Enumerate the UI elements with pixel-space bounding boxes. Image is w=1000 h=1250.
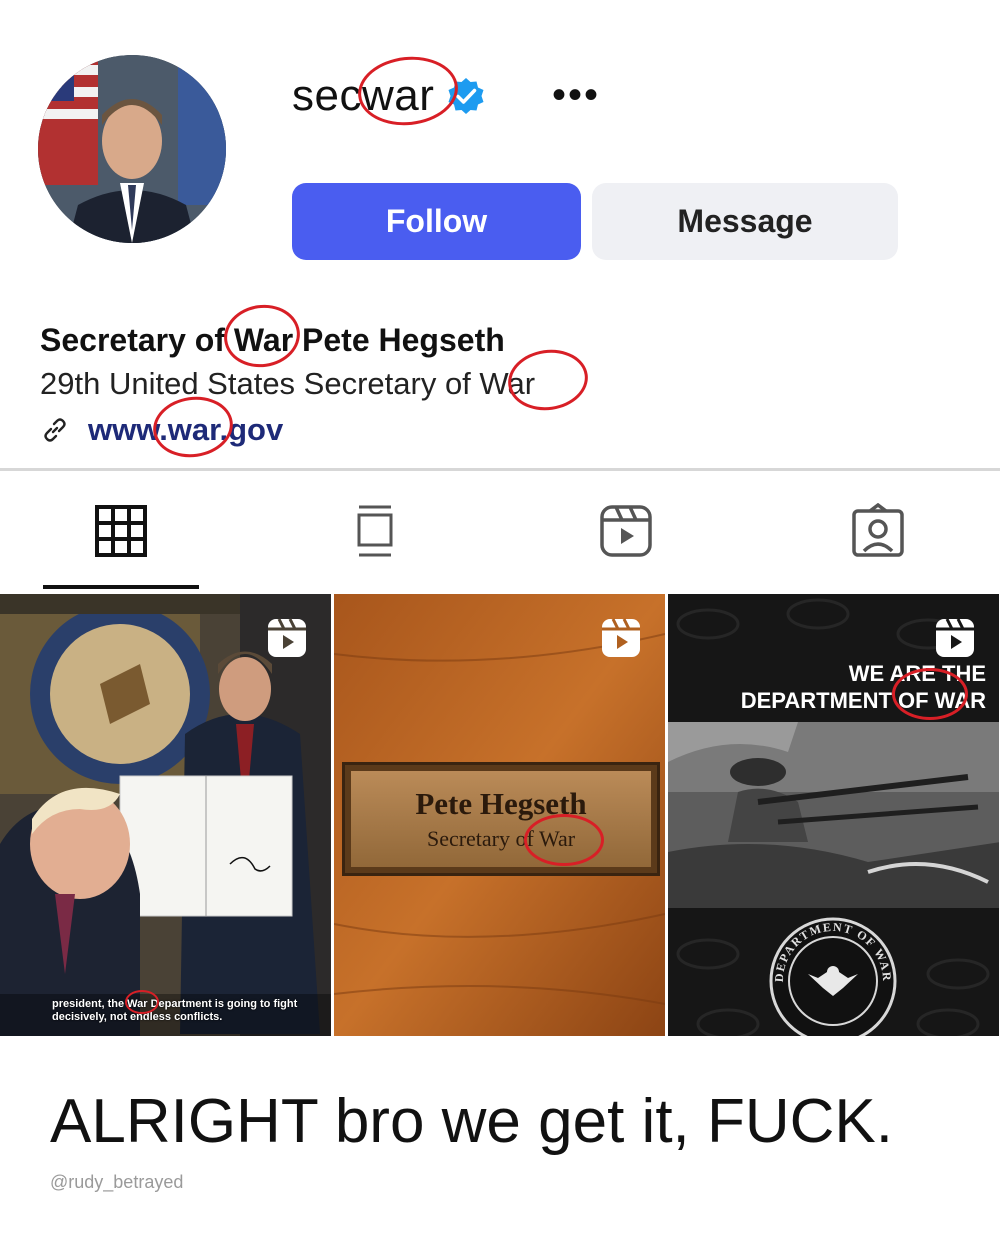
reel-headline: WE ARE THE DEPARTMENT OF WAR (686, 660, 986, 714)
feed-icon (357, 505, 393, 557)
name-plate: Pete Hegseth Secretary of War (342, 762, 660, 876)
plate-title: Secretary of War (426, 826, 576, 851)
historic-photo (668, 722, 999, 908)
department-seal-icon: DEPARTMENT OF WAR (769, 917, 897, 1036)
verified-badge-icon (448, 78, 484, 114)
reel-badge-icon (936, 618, 974, 657)
posts-grid: president, the War Department is going t… (0, 594, 1000, 1036)
tab-posts[interactable] (41, 472, 201, 590)
meme-caption: ALRIGHT bro we get it, FUCK. (50, 1087, 893, 1156)
bio-text: 29th United States Secretary of War (40, 366, 536, 401)
reel-caption: president, the War Department is going t… (52, 998, 298, 1023)
follow-button[interactable]: Follow (292, 183, 581, 260)
profile-tabs (0, 472, 1000, 592)
display-name: Secretary of War Pete Hegseth (40, 322, 505, 358)
plate-name: Pete Hegseth (415, 786, 587, 821)
username-row: secwar (292, 66, 486, 126)
section-divider (0, 468, 1000, 471)
tab-tagged[interactable] (798, 472, 958, 590)
reel-badge-icon (268, 618, 306, 657)
active-tab-indicator (43, 585, 199, 589)
more-options-icon[interactable]: ••• (552, 75, 600, 115)
message-button[interactable]: Message (592, 183, 898, 260)
profile-avatar[interactable] (38, 55, 226, 243)
tagged-icon (852, 503, 904, 557)
post-image (0, 594, 331, 1036)
reel-badge-icon (602, 618, 640, 657)
link-icon (44, 418, 66, 442)
profile-bio: Secretary of War Pete Hegseth 29th Unite… (40, 318, 535, 454)
headline-line-2: DEPARTMENT OF WAR (740, 688, 986, 713)
post-tile[interactable]: Pete Hegseth Secretary of War (334, 594, 665, 1036)
username: secwar (292, 71, 435, 120)
reels-icon (600, 505, 652, 557)
grid-icon (95, 505, 147, 557)
tab-reels[interactable] (546, 472, 706, 590)
post-tile[interactable]: WE ARE THE DEPARTMENT OF WAR DEPARTMENT … (668, 594, 999, 1036)
profile-link[interactable]: www.war.gov (40, 406, 535, 454)
post-tile[interactable]: president, the War Department is going t… (0, 594, 331, 1036)
tab-guides[interactable] (295, 472, 455, 590)
profile-link-text[interactable]: www.war.gov (88, 406, 283, 454)
avatar-image (38, 55, 226, 243)
headline-line-1: WE ARE THE (848, 661, 986, 686)
credit-handle: @rudy_betrayed (50, 1172, 184, 1192)
